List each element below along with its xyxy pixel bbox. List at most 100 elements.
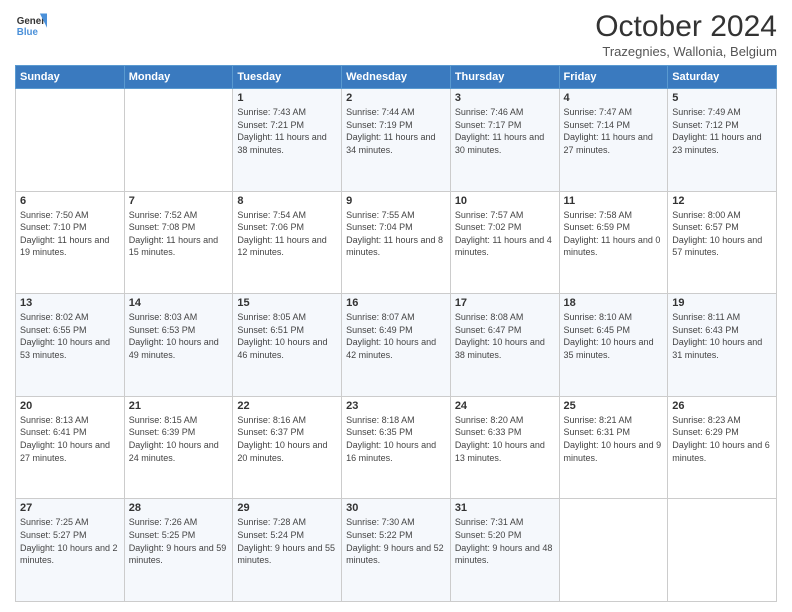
day-number: 27	[20, 502, 120, 514]
calendar-week-1: 1 Sunrise: 7:43 AMSunset: 7:21 PMDaylight…	[16, 89, 777, 192]
day-info: Sunrise: 7:43 AMSunset: 7:21 PMDaylight:…	[237, 106, 337, 156]
svg-text:Blue: Blue	[17, 27, 39, 38]
day-info: Sunrise: 8:15 AMSunset: 6:39 PMDaylight:…	[129, 414, 229, 464]
day-info: Sunrise: 8:07 AMSunset: 6:49 PMDaylight:…	[346, 311, 446, 361]
day-info: Sunrise: 7:57 AMSunset: 7:02 PMDaylight:…	[455, 209, 555, 259]
day-number: 8	[237, 195, 337, 207]
day-number: 14	[129, 297, 229, 309]
table-row: 27Sunrise: 7:25 AMSunset: 5:27 PMDayligh…	[16, 499, 125, 602]
day-info: Sunrise: 8:10 AMSunset: 6:45 PMDaylight:…	[564, 311, 664, 361]
table-row: 8 Sunrise: 7:54 AMSunset: 7:06 PMDaylight…	[233, 191, 342, 294]
calendar-week-3: 13 Sunrise: 8:02 AMSunset: 6:55 PMDayligh…	[16, 294, 777, 397]
col-friday: Friday	[559, 66, 668, 89]
table-row: 26 Sunrise: 8:23 AMSunset: 6:29 PMDayligh…	[668, 396, 777, 499]
table-row: 9 Sunrise: 7:55 AMSunset: 7:04 PMDaylight…	[342, 191, 451, 294]
day-info: Sunrise: 8:16 AMSunset: 6:37 PMDaylight:…	[237, 414, 337, 464]
table-row: 3 Sunrise: 7:46 AMSunset: 7:17 PMDaylight…	[450, 89, 559, 192]
day-number: 11	[564, 195, 664, 207]
day-number: 5	[672, 92, 772, 104]
table-row: 20Sunrise: 8:13 AMSunset: 6:41 PMDayligh…	[16, 396, 125, 499]
table-row	[124, 89, 233, 192]
table-row: 7 Sunrise: 7:52 AMSunset: 7:08 PMDaylight…	[124, 191, 233, 294]
day-number: 10	[455, 195, 555, 207]
day-number: 19	[672, 297, 772, 309]
table-row: 18 Sunrise: 8:10 AMSunset: 6:45 PMDayligh…	[559, 294, 668, 397]
calendar-week-2: 6Sunrise: 7:50 AMSunset: 7:10 PMDaylight…	[16, 191, 777, 294]
day-info: Sunrise: 8:02 AMSunset: 6:55 PMDaylight:…	[20, 311, 120, 361]
day-number: 9	[346, 195, 446, 207]
table-row: 17Sunrise: 8:08 AMSunset: 6:47 PMDayligh…	[450, 294, 559, 397]
day-number: 6	[20, 195, 120, 207]
page-header: General Blue October 2024 Trazegnies, Wa…	[15, 10, 777, 59]
day-info: Sunrise: 8:05 AMSunset: 6:51 PMDaylight:…	[237, 311, 337, 361]
table-row: 25Sunrise: 8:21 AMSunset: 6:31 PMDayligh…	[559, 396, 668, 499]
table-row: 23 Sunrise: 8:18 AMSunset: 6:35 PMDayligh…	[342, 396, 451, 499]
table-row: 12 Sunrise: 8:00 AMSunset: 6:57 PMDayligh…	[668, 191, 777, 294]
day-number: 2	[346, 92, 446, 104]
day-info: Sunrise: 7:54 AMSunset: 7:06 PMDaylight:…	[237, 209, 337, 259]
day-number: 17	[455, 297, 555, 309]
table-row: 14 Sunrise: 8:03 AMSunset: 6:53 PMDayligh…	[124, 294, 233, 397]
table-row	[559, 499, 668, 602]
table-row: 22 Sunrise: 8:16 AMSunset: 6:37 PMDayligh…	[233, 396, 342, 499]
day-number: 24	[455, 400, 555, 412]
day-info: Sunrise: 8:11 AMSunset: 6:43 PMDaylight:…	[672, 311, 772, 361]
day-number: 28	[129, 502, 229, 514]
table-row	[668, 499, 777, 602]
month-title: October 2024	[595, 10, 777, 44]
table-row: 30Sunrise: 7:30 AMSunset: 5:22 PMDayligh…	[342, 499, 451, 602]
day-info: Sunrise: 7:52 AMSunset: 7:08 PMDaylight:…	[129, 209, 229, 259]
day-info: Sunrise: 7:49 AMSunset: 7:12 PMDaylight:…	[672, 106, 772, 156]
day-info: Sunrise: 8:18 AMSunset: 6:35 PMDaylight:…	[346, 414, 446, 464]
table-row	[16, 89, 125, 192]
day-info: Sunrise: 7:30 AMSunset: 5:22 PMDaylight:…	[346, 516, 446, 566]
day-info: Sunrise: 8:00 AMSunset: 6:57 PMDaylight:…	[672, 209, 772, 259]
table-row: 16 Sunrise: 8:07 AMSunset: 6:49 PMDayligh…	[342, 294, 451, 397]
table-row: 28 Sunrise: 7:26 AMSunset: 5:25 PMDayligh…	[124, 499, 233, 602]
col-wednesday: Wednesday	[342, 66, 451, 89]
day-info: Sunrise: 7:46 AMSunset: 7:17 PMDaylight:…	[455, 106, 555, 156]
day-number: 13	[20, 297, 120, 309]
calendar-week-5: 27Sunrise: 7:25 AMSunset: 5:27 PMDayligh…	[16, 499, 777, 602]
col-tuesday: Tuesday	[233, 66, 342, 89]
table-row: 1 Sunrise: 7:43 AMSunset: 7:21 PMDaylight…	[233, 89, 342, 192]
table-row: 21 Sunrise: 8:15 AMSunset: 6:39 PMDayligh…	[124, 396, 233, 499]
table-row: 13 Sunrise: 8:02 AMSunset: 6:55 PMDayligh…	[16, 294, 125, 397]
day-number: 25	[564, 400, 664, 412]
day-number: 4	[564, 92, 664, 104]
day-number: 26	[672, 400, 772, 412]
day-info: Sunrise: 7:47 AMSunset: 7:14 PMDaylight:…	[564, 106, 664, 156]
day-number: 23	[346, 400, 446, 412]
day-number: 12	[672, 195, 772, 207]
day-number: 7	[129, 195, 229, 207]
day-info: Sunrise: 7:55 AMSunset: 7:04 PMDaylight:…	[346, 209, 446, 259]
day-number: 31	[455, 502, 555, 514]
logo-icon: General Blue	[15, 10, 47, 42]
table-row: 2 Sunrise: 7:44 AMSunset: 7:19 PMDaylight…	[342, 89, 451, 192]
day-number: 29	[237, 502, 337, 514]
day-number: 16	[346, 297, 446, 309]
day-info: Sunrise: 7:28 AMSunset: 5:24 PMDaylight:…	[237, 516, 337, 566]
day-info: Sunrise: 7:44 AMSunset: 7:19 PMDaylight:…	[346, 106, 446, 156]
day-number: 3	[455, 92, 555, 104]
day-info: Sunrise: 8:03 AMSunset: 6:53 PMDaylight:…	[129, 311, 229, 361]
day-number: 21	[129, 400, 229, 412]
day-number: 22	[237, 400, 337, 412]
calendar-header-row: Sunday Monday Tuesday Wednesday Thursday…	[16, 66, 777, 89]
day-number: 1	[237, 92, 337, 104]
day-info: Sunrise: 8:13 AMSunset: 6:41 PMDaylight:…	[20, 414, 120, 464]
day-info: Sunrise: 8:23 AMSunset: 6:29 PMDaylight:…	[672, 414, 772, 464]
table-row: 4 Sunrise: 7:47 AMSunset: 7:14 PMDaylight…	[559, 89, 668, 192]
day-number: 15	[237, 297, 337, 309]
table-row: 31 Sunrise: 7:31 AMSunset: 5:20 PMDayligh…	[450, 499, 559, 602]
day-info: Sunrise: 7:26 AMSunset: 5:25 PMDaylight:…	[129, 516, 229, 566]
table-row: 11Sunrise: 7:58 AMSunset: 6:59 PMDayligh…	[559, 191, 668, 294]
col-saturday: Saturday	[668, 66, 777, 89]
table-row: 15 Sunrise: 8:05 AMSunset: 6:51 PMDayligh…	[233, 294, 342, 397]
day-number: 18	[564, 297, 664, 309]
table-row: 6Sunrise: 7:50 AMSunset: 7:10 PMDaylight…	[16, 191, 125, 294]
col-monday: Monday	[124, 66, 233, 89]
day-info: Sunrise: 7:31 AMSunset: 5:20 PMDaylight:…	[455, 516, 555, 566]
table-row: 10 Sunrise: 7:57 AMSunset: 7:02 PMDayligh…	[450, 191, 559, 294]
table-row: 5 Sunrise: 7:49 AMSunset: 7:12 PMDaylight…	[668, 89, 777, 192]
